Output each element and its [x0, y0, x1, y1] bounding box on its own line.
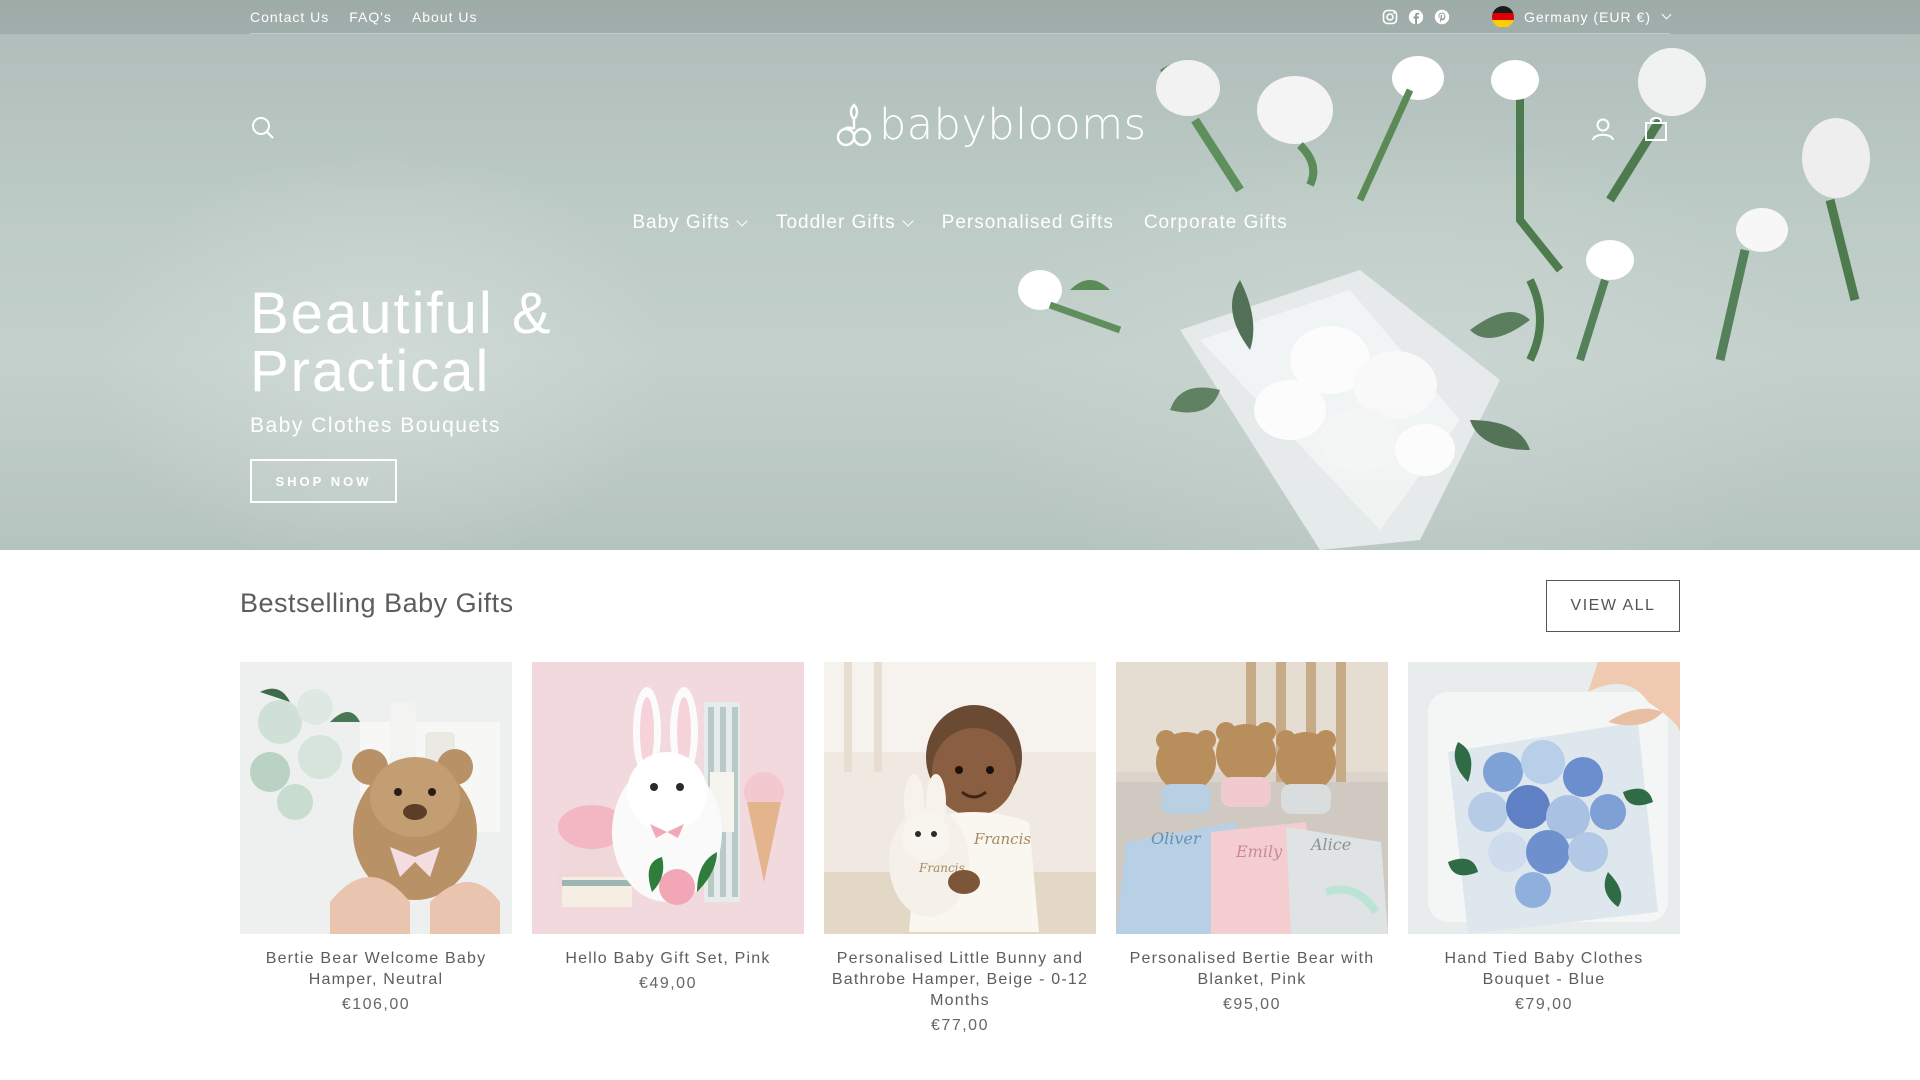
- utility-links: Contact Us FAQ's About Us: [250, 9, 478, 25]
- product-price: €79,00: [1515, 996, 1573, 1013]
- nav-item-label: Personalised Gifts: [941, 212, 1114, 233]
- product-card[interactable]: Francis Francis Personalised Little Bunn…: [824, 662, 1096, 1035]
- shop-now-button[interactable]: SHOP NOW: [250, 459, 397, 503]
- chevron-down-icon: [1661, 9, 1672, 20]
- social-links: [1382, 9, 1450, 25]
- product-name[interactable]: Hello Baby Gift Set, Pink: [532, 948, 804, 969]
- product-image[interactable]: [1408, 662, 1680, 934]
- svg-text:Francis: Francis: [973, 830, 1031, 848]
- about-us-link[interactable]: About Us: [412, 9, 478, 25]
- section-title: Bestselling Baby Gifts: [240, 588, 514, 618]
- product-image[interactable]: [532, 662, 804, 934]
- instagram-icon[interactable]: [1382, 9, 1398, 25]
- logo-text: babyblooms: [879, 100, 1147, 150]
- product-image[interactable]: [240, 662, 512, 934]
- germany-flag-icon: [1491, 5, 1514, 28]
- search-icon[interactable]: [250, 115, 276, 141]
- product-card[interactable]: Oliver Emily Alice Personalised Bertie B…: [1116, 662, 1388, 1035]
- product-grid: Bertie Bear Welcome Baby Hamper, Neutral…: [240, 662, 1680, 1035]
- nav-item-label: Corporate Gifts: [1143, 212, 1288, 233]
- main-nav: Baby Gifts Toddler Gifts Personalised Gi…: [620, 208, 1300, 238]
- product-name[interactable]: Personalised Little Bunny and Bathrobe H…: [824, 948, 1096, 1011]
- product-name[interactable]: Bertie Bear Welcome Baby Hamper, Neutral: [240, 948, 512, 990]
- contact-us-link[interactable]: Contact Us: [250, 9, 329, 25]
- currency-selector[interactable]: Germany (EUR €): [1491, 5, 1672, 28]
- pinterest-icon[interactable]: [1434, 9, 1450, 25]
- nav-toddler-gifts[interactable]: Toddler Gifts: [775, 208, 914, 238]
- utility-right: Germany (EUR €): [1382, 5, 1672, 28]
- faqs-link[interactable]: FAQ's: [349, 9, 392, 25]
- svg-text:Alice: Alice: [1309, 835, 1351, 854]
- svg-text:Oliver: Oliver: [1151, 829, 1202, 848]
- utility-bar: Contact Us FAQ's About Us Germany (EUR €…: [250, 0, 1672, 34]
- product-card[interactable]: Hand Tied Baby Clothes Bouquet - Blue €7…: [1408, 662, 1680, 1035]
- product-price: €77,00: [931, 1017, 989, 1034]
- nav-personalised-gifts[interactable]: Personalised Gifts: [942, 208, 1114, 238]
- svg-text:Emily: Emily: [1235, 842, 1283, 861]
- view-all-button[interactable]: VIEW ALL: [1546, 580, 1680, 632]
- chevron-down-icon: [901, 215, 914, 227]
- nav-corporate-gifts[interactable]: Corporate Gifts: [1144, 208, 1288, 238]
- chevron-down-icon: [736, 215, 748, 227]
- nav-item-label: Toddler Gifts: [775, 212, 896, 233]
- product-image[interactable]: Francis Francis: [824, 662, 1096, 934]
- logo-mark-icon: [836, 103, 872, 147]
- product-image[interactable]: Oliver Emily Alice: [1116, 662, 1388, 934]
- product-name[interactable]: Hand Tied Baby Clothes Bouquet - Blue: [1408, 948, 1680, 990]
- product-price: €95,00: [1223, 996, 1281, 1013]
- hero-title: Beautiful & Practical: [250, 285, 850, 401]
- facebook-icon[interactable]: [1408, 9, 1424, 25]
- product-card[interactable]: Hello Baby Gift Set, Pink €49,00: [532, 662, 804, 1035]
- hero-title-line-2: Practical: [250, 339, 491, 404]
- product-price: €49,00: [639, 975, 697, 992]
- babyblooms-logo[interactable]: babyblooms: [835, 95, 1147, 155]
- hero-title-line-1: Beautiful &: [250, 281, 553, 346]
- cart-icon[interactable]: [1643, 114, 1669, 142]
- product-name[interactable]: Personalised Bertie Bear with Blanket, P…: [1116, 948, 1388, 990]
- hero-subtitle: Baby Clothes Bouquets: [250, 414, 501, 437]
- product-card[interactable]: Bertie Bear Welcome Baby Hamper, Neutral…: [240, 662, 512, 1035]
- account-icon[interactable]: [1590, 116, 1616, 142]
- product-price: €106,00: [341, 996, 411, 1013]
- nav-item-label: Baby Gifts: [632, 212, 730, 233]
- nav-baby-gifts[interactable]: Baby Gifts: [632, 208, 748, 238]
- currency-label: Germany (EUR €): [1523, 8, 1651, 25]
